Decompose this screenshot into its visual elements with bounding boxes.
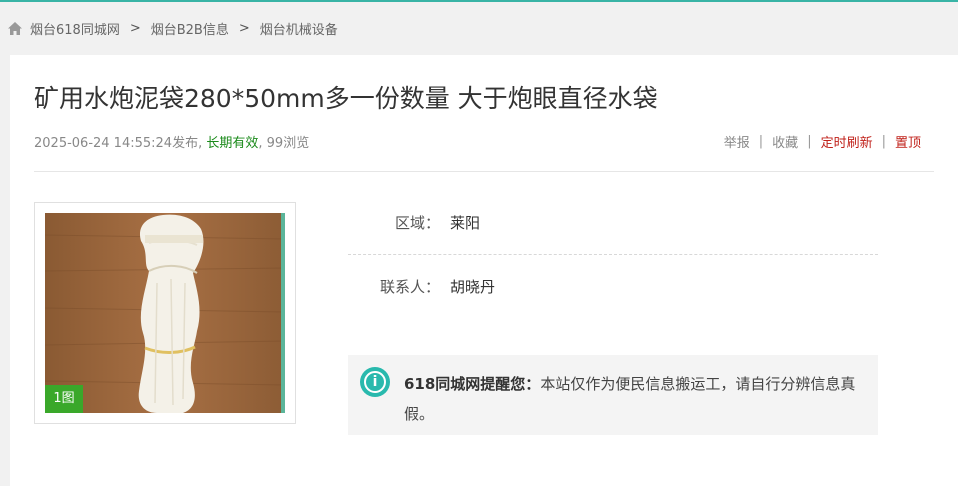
contact-value: 胡晓丹: [450, 278, 496, 296]
region-label: 区域：: [394, 214, 440, 232]
header-divider: [34, 171, 934, 172]
photo-count-badge: 1图: [45, 385, 83, 413]
validity-badge: 长期有效: [206, 136, 259, 151]
auto-refresh-link[interactable]: 定时刷新: [821, 132, 873, 151]
listing-actions: 举报 | 收藏 | 定时刷新 | 置顶: [724, 132, 921, 151]
top-accent-line: [0, 0, 958, 2]
meta-separator: ,: [198, 136, 203, 151]
region-row: 区域： 莱阳: [348, 212, 480, 233]
meta-separator: ,: [258, 136, 263, 151]
report-link[interactable]: 举报: [724, 132, 750, 151]
breadcrumb-link-b2b[interactable]: 烟台B2B信息: [151, 19, 229, 38]
view-count: 99浏览: [266, 136, 310, 151]
listing-meta: 2025-06-24 14:55:24发布, 长期有效, 99浏览: [34, 132, 309, 151]
safety-notice: i 618同城网提醒您：本站仅作为便民信息搬运工，请自行分辨信息真假。: [348, 355, 878, 435]
pin-top-link[interactable]: 置顶: [895, 132, 921, 151]
action-divider: |: [881, 134, 886, 149]
listing-title: 矿用水炮泥袋280*50mm多一份数量 大于炮眼直径水袋: [34, 84, 658, 113]
favorite-link[interactable]: 收藏: [772, 132, 798, 151]
breadcrumb-link-city[interactable]: 烟台618同城网: [30, 19, 120, 38]
info-icon: i: [360, 367, 390, 397]
breadcrumb-link-machinery[interactable]: 烟台机械设备: [260, 19, 338, 38]
action-divider: |: [758, 134, 764, 149]
breadcrumb-separator: >: [238, 20, 250, 36]
breadcrumb: 烟台618同城网 > 烟台B2B信息 > 烟台机械设备: [8, 18, 338, 38]
notice-lead: 618同城网提醒您：: [404, 375, 541, 393]
action-divider: |: [807, 134, 812, 149]
region-value: 莱阳: [450, 214, 481, 232]
contact-row: 联系人： 胡晓丹: [348, 276, 495, 297]
field-divider: [348, 254, 878, 255]
info-icon-glyph: i: [364, 371, 386, 393]
product-photo-frame[interactable]: 1图: [34, 202, 296, 424]
listing-card: 矿用水炮泥袋280*50mm多一份数量 大于炮眼直径水袋 2025-06-24 …: [10, 55, 958, 486]
product-photo[interactable]: [45, 213, 285, 413]
contact-label: 联系人：: [379, 278, 440, 296]
breadcrumb-separator: >: [129, 20, 141, 36]
publish-time: 2025-06-24 14:55:24发布: [34, 136, 199, 151]
notice-text: 618同城网提醒您：本站仅作为便民信息搬运工，请自行分辨信息真假。: [404, 369, 870, 429]
home-icon[interactable]: [8, 21, 22, 35]
